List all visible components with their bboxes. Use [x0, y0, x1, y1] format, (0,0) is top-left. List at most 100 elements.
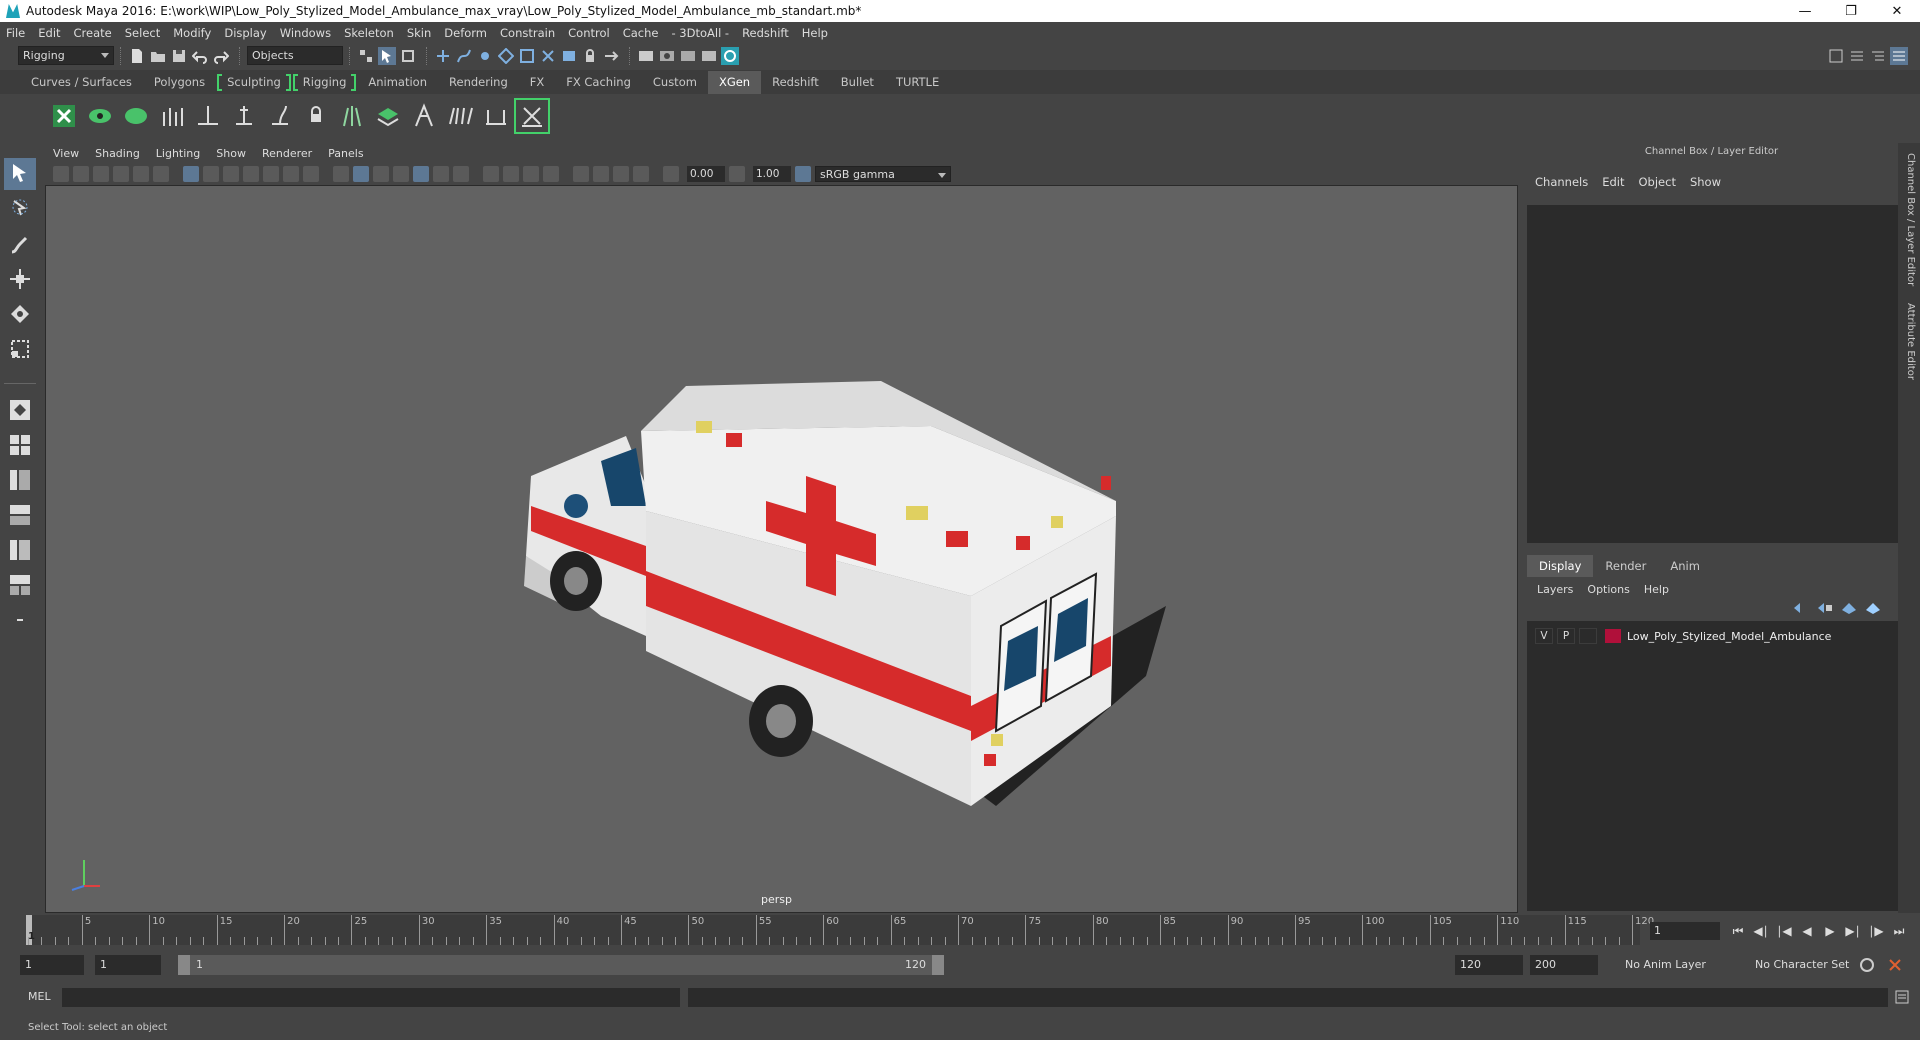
viewport-menu-show[interactable]: Show	[216, 147, 246, 160]
new-layer-selected-icon[interactable]	[1864, 601, 1882, 615]
shelf-tab-sculpting[interactable]: Sculpting	[216, 71, 292, 94]
persp-hypershade-layout-icon[interactable]	[4, 534, 36, 566]
play-backwards-icon[interactable]: ◀	[1797, 924, 1817, 938]
move-layer-down-icon[interactable]	[1816, 601, 1834, 615]
lasso-tool-icon[interactable]	[4, 193, 36, 225]
menu-help[interactable]: Help	[802, 26, 828, 40]
hypershade-icon[interactable]	[721, 46, 739, 65]
xgen-preview-icon[interactable]	[84, 100, 116, 132]
resolution-gate-icon[interactable]	[223, 166, 239, 182]
snap-live-icon[interactable]	[539, 47, 557, 65]
side-tab-channel-box[interactable]: Channel Box / Layer Editor	[1902, 153, 1916, 286]
snap-view-plane-icon[interactable]	[518, 47, 536, 65]
xgen-guide-bend-icon[interactable]	[264, 100, 296, 132]
film-gate-icon[interactable]	[203, 166, 219, 182]
time-ruler[interactable]: 1 5 10 15 20 25 30 35 40 45 50 55 60 65 70 75 80 85 90 95 1…	[26, 915, 1654, 945]
viewport-menu-view[interactable]: View	[53, 147, 79, 160]
channel-box-menu-object[interactable]: Object	[1639, 175, 1676, 189]
xgen-guide-tool-icon[interactable]	[514, 98, 550, 134]
current-frame-field[interactable]: 1	[1650, 922, 1720, 940]
command-language-label[interactable]: MEL	[28, 990, 51, 1003]
menu-windows[interactable]: Windows	[280, 26, 331, 40]
use-all-lights-icon[interactable]	[433, 166, 449, 182]
xray-icon[interactable]	[593, 166, 609, 182]
safe-action-icon[interactable]	[283, 166, 299, 182]
more-layouts-icon[interactable]	[4, 604, 36, 636]
exposure-field[interactable]: 0.00	[687, 166, 725, 182]
menu-select[interactable]: Select	[125, 26, 160, 40]
textured-icon[interactable]	[413, 166, 429, 182]
select-object-icon[interactable]	[378, 46, 396, 65]
gamma-icon[interactable]	[729, 166, 745, 182]
layer-color-swatch[interactable]	[1605, 629, 1621, 643]
close-button[interactable]: ✕	[1874, 0, 1920, 22]
range-start-handle[interactable]	[178, 955, 190, 975]
menu-cache[interactable]: Cache	[623, 26, 659, 40]
select-hierarchy-icon[interactable]	[357, 47, 375, 65]
move-layer-up-icon[interactable]	[1792, 601, 1810, 615]
animation-preferences-icon[interactable]	[1886, 956, 1904, 974]
single-perspective-layout-icon[interactable]	[4, 394, 36, 426]
color-space-dropdown[interactable]: sRGB gamma	[815, 166, 951, 182]
grid-toggle-icon[interactable]	[183, 166, 199, 182]
save-scene-icon[interactable]	[170, 47, 188, 65]
layer-playback-toggle[interactable]: P	[1557, 628, 1575, 644]
layer-editor-menu-help[interactable]: Help	[1644, 583, 1669, 596]
ipr-render-icon[interactable]	[679, 47, 697, 65]
shelf-tab-turtle[interactable]: TURTLE	[885, 71, 950, 94]
safe-title-icon[interactable]	[303, 166, 319, 182]
xgen-create-description-icon[interactable]	[120, 100, 152, 132]
field-chart-icon[interactable]	[263, 166, 279, 182]
menu-3dtoall[interactable]: - 3DtoAll -	[671, 26, 729, 40]
snap-grid-icon[interactable]	[434, 47, 452, 65]
xray-joints-icon[interactable]	[613, 166, 629, 182]
shadows-icon[interactable]	[453, 166, 469, 182]
range-end-handle[interactable]	[932, 955, 944, 975]
new-layer-icon[interactable]	[1840, 601, 1858, 615]
undo-icon[interactable]	[191, 47, 209, 65]
persp-graph-layout-icon[interactable]	[4, 499, 36, 531]
shelf-tab-custom[interactable]: Custom	[642, 71, 708, 94]
grease-pencil-icon[interactable]	[153, 166, 169, 182]
range-slider[interactable]: 1 120	[178, 955, 944, 975]
script-editor-icon[interactable]	[1893, 988, 1911, 1006]
menu-redshift[interactable]: Redshift	[742, 26, 789, 40]
layer-editor-menu-options[interactable]: Options	[1587, 583, 1629, 596]
channel-box-menu-channels[interactable]: Channels	[1535, 175, 1588, 189]
channel-box-toggle-icon[interactable]	[1890, 46, 1908, 65]
xgen-guide-rebuild-icon[interactable]	[336, 100, 368, 132]
step-forward-key-icon[interactable]: ∣▶	[1866, 924, 1886, 938]
snap-curve-icon[interactable]	[455, 47, 473, 65]
select-tool-icon[interactable]	[4, 158, 36, 190]
command-input[interactable]	[62, 988, 680, 1007]
input-output-icon[interactable]	[602, 47, 620, 65]
gate-mask-icon[interactable]	[243, 166, 259, 182]
smooth-shade-icon[interactable]	[353, 166, 369, 182]
xgen-guide-normal-icon[interactable]	[408, 100, 440, 132]
xgen-guide-flatten-icon[interactable]	[480, 100, 512, 132]
go-to-start-icon[interactable]: ⏮	[1728, 924, 1748, 938]
attribute-editor-toggle-icon[interactable]	[1869, 47, 1887, 65]
playback-start-field[interactable]: 1	[95, 955, 161, 975]
layer-editor-tab-anim[interactable]: Anim	[1658, 555, 1712, 577]
camera-tools-icon[interactable]	[73, 166, 89, 182]
layer-display-type-toggle[interactable]	[1579, 628, 1597, 644]
selection-mode-dropdown[interactable]: Objects	[247, 46, 343, 65]
viewport-menu-renderer[interactable]: Renderer	[262, 147, 312, 160]
anim-layer-dropdown[interactable]: No Anim Layer	[1620, 955, 1740, 975]
rotate-tool-icon[interactable]	[4, 298, 36, 330]
character-set-dropdown[interactable]: No Character Set	[1750, 955, 1870, 975]
layer-editor-menu-layers[interactable]: Layers	[1537, 583, 1573, 596]
xgen-editor-icon[interactable]	[48, 100, 80, 132]
auto-key-icon[interactable]	[1858, 956, 1876, 974]
render-view-icon[interactable]	[637, 47, 655, 65]
channel-box-menu-show[interactable]: Show	[1690, 175, 1721, 189]
shelf-tab-rendering[interactable]: Rendering	[438, 71, 519, 94]
wireframe-on-shaded-icon[interactable]	[393, 166, 409, 182]
menu-edit[interactable]: Edit	[38, 26, 60, 40]
menu-modify[interactable]: Modify	[173, 26, 211, 40]
use-default-material-icon[interactable]	[373, 166, 389, 182]
menu-skeleton[interactable]: Skeleton	[344, 26, 394, 40]
time-slider[interactable]: 1 5 10 15 20 25 30 35 40 45 50 55 60 65 70 75 80 85 90 95 1…	[0, 915, 1920, 947]
animation-start-field[interactable]: 1	[20, 955, 84, 975]
